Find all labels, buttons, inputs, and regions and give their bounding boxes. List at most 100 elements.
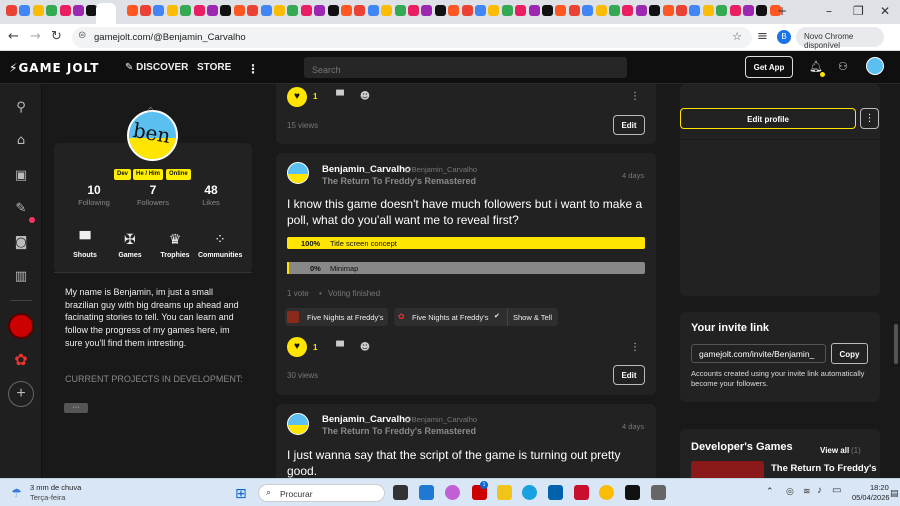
browser-tab-favicon[interactable] <box>448 5 460 16</box>
browser-tab-favicon[interactable] <box>207 5 218 16</box>
invite-link-field[interactable]: gamejolt.com/invite/Benjamin_ <box>691 344 826 363</box>
browser-tab-favicon[interactable] <box>73 5 84 16</box>
maximize-icon[interactable]: ❐ <box>853 4 864 18</box>
browser-tab-favicon[interactable] <box>32 5 44 16</box>
store-link[interactable]: STORE <box>197 62 231 73</box>
notifications-bell-icon[interactable]: 🔔︎ <box>809 60 823 73</box>
browser-tab-favicon[interactable] <box>166 5 178 16</box>
poll-option-1[interactable]: 100% Title screen concept <box>287 237 645 249</box>
browser-tab-favicon[interactable] <box>126 5 138 16</box>
page-scrollbar[interactable] <box>893 84 899 478</box>
browser-tab-favicon[interactable] <box>140 5 151 16</box>
browser-tab-favicon[interactable] <box>314 5 326 16</box>
tray-volume-icon[interactable]: ♪ <box>817 485 822 496</box>
sidebar-quests-icon[interactable]: ⚲ <box>11 98 31 118</box>
browser-tab-favicon[interactable] <box>260 5 272 16</box>
taskbar-app-store[interactable] <box>548 485 563 500</box>
reload-icon[interactable]: ↻ <box>51 29 62 44</box>
bio-expand-button[interactable]: ··· <box>64 403 88 413</box>
sidebar-community-paw-icon[interactable]: ✿ <box>8 347 34 373</box>
post-options-icon[interactable]: ⋮ <box>628 90 642 104</box>
poll-option-2[interactable]: 0% Minimap <box>287 262 645 274</box>
communities-link[interactable]: Communities <box>198 252 242 259</box>
edit-profile-button[interactable]: Edit profile <box>680 108 856 129</box>
sidebar-backpack-icon[interactable]: ▣ <box>11 166 31 186</box>
taskbar-app-mcafee[interactable] <box>574 485 589 500</box>
browser-tab-favicon[interactable] <box>287 5 299 16</box>
browser-tab-favicon[interactable] <box>542 5 553 16</box>
browser-tab-favicon[interactable] <box>6 5 17 16</box>
browser-tab-favicon[interactable] <box>662 5 674 16</box>
gamejolt-logo[interactable]: ⚡GAME JOLT <box>9 61 99 75</box>
browser-tab-favicon[interactable] <box>354 5 366 16</box>
browser-tab-favicon[interactable] <box>394 5 406 16</box>
get-app-button[interactable]: Get App <box>745 56 793 78</box>
browser-tab-favicon[interactable] <box>622 5 634 16</box>
taskbar-app-mail[interactable] <box>419 485 434 500</box>
browser-tab-favicon[interactable] <box>59 5 71 16</box>
browser-tab-favicon[interactable] <box>689 5 701 16</box>
friends-icon[interactable]: ⚇ <box>838 60 848 73</box>
taskbar-app-pycharm[interactable] <box>625 485 640 500</box>
browser-tab-favicon[interactable] <box>153 5 165 16</box>
browser-tab-favicon[interactable] <box>19 5 31 16</box>
trophies-link[interactable]: Trophies <box>153 252 197 259</box>
tray-battery-icon[interactable]: ▭ <box>832 485 841 496</box>
taskbar-app-terminal[interactable] <box>393 485 408 500</box>
browser-tab-favicon[interactable] <box>609 5 620 16</box>
active-tab[interactable] <box>96 3 116 24</box>
taskbar-time[interactable]: 18:20 <box>870 483 889 492</box>
taskbar-date[interactable]: 05/04/2026 <box>852 493 890 502</box>
games-icon[interactable]: ✠ <box>121 232 139 248</box>
edit-post-button[interactable]: Edit <box>613 365 645 385</box>
browser-tab-favicon[interactable] <box>408 5 419 16</box>
post-time[interactable]: 4 days <box>622 422 644 431</box>
taskbar-app-copilot[interactable] <box>445 485 460 500</box>
tray-wifi-icon[interactable]: ≋ <box>803 486 811 497</box>
search-input[interactable] <box>304 57 627 78</box>
bookmark-star-icon[interactable]: ☆ <box>732 30 742 43</box>
browser-tab-favicon[interactable] <box>501 5 513 16</box>
browser-tab-favicon[interactable] <box>434 5 446 16</box>
browser-tab-favicon[interactable] <box>676 5 687 16</box>
shouts-icon[interactable]: ▀ <box>76 232 94 248</box>
browser-tab-favicon[interactable] <box>274 5 285 16</box>
stat-likes[interactable]: 48 Likes <box>186 183 236 209</box>
game-thumbnail[interactable] <box>691 461 764 478</box>
tab-search-icon[interactable]: ≡ <box>757 29 768 44</box>
browser-tab-favicon[interactable] <box>341 5 352 16</box>
sticker-icon[interactable]: ☻ <box>358 90 372 104</box>
back-icon[interactable]: ← <box>8 29 19 44</box>
tray-overflow-icon[interactable]: ⌃ <box>766 486 774 497</box>
browser-tab-favicon[interactable] <box>381 5 393 16</box>
game-card-title[interactable]: The Return To Freddy's <box>771 463 877 474</box>
author-name[interactable]: Benjamin_Carvalho <box>322 164 411 175</box>
trophies-icon[interactable]: ♛ <box>166 232 184 248</box>
browser-tab-favicon[interactable] <box>180 5 192 16</box>
browser-tab-favicon[interactable] <box>729 5 741 16</box>
browser-tab-favicon[interactable] <box>515 5 527 16</box>
games-link[interactable]: Games <box>108 252 152 259</box>
browser-tab-favicon[interactable] <box>743 5 754 16</box>
channel-chip[interactable]: ✿ Five Nights at Freddy's ✔ Show & Tell <box>394 308 558 326</box>
browser-tab-favicon[interactable] <box>488 5 500 16</box>
chrome-update-badge[interactable]: Novo Chrome disponível <box>796 27 884 50</box>
taskbar-app-chrome[interactable] <box>599 485 614 500</box>
post-time[interactable]: 4 days <box>622 171 644 180</box>
copy-invite-button[interactable]: Copy <box>831 343 868 364</box>
stat-following[interactable]: 10 Following <box>72 183 122 209</box>
browser-tab-favicon[interactable] <box>421 5 433 16</box>
browser-tab-favicon[interactable] <box>528 5 540 16</box>
weather-icon[interactable]: ☂ <box>11 486 22 500</box>
post-options-icon[interactable]: ⋮ <box>628 341 642 355</box>
browser-tab-favicon[interactable] <box>46 5 58 16</box>
browser-tab-favicon[interactable] <box>193 5 205 16</box>
browser-tab-favicon[interactable] <box>702 5 714 16</box>
like-button[interactable]: ♥ <box>287 337 307 357</box>
weather-text[interactable]: 3 mm de chuva <box>30 483 81 492</box>
taskbar-search[interactable]: ⌕ Procurar <box>258 484 385 502</box>
taskbar-app-files[interactable] <box>497 485 512 500</box>
browser-tab-favicon[interactable] <box>568 5 580 16</box>
browser-tab-favicon[interactable] <box>595 5 607 16</box>
stat-followers[interactable]: 7 Followers <box>127 183 177 209</box>
